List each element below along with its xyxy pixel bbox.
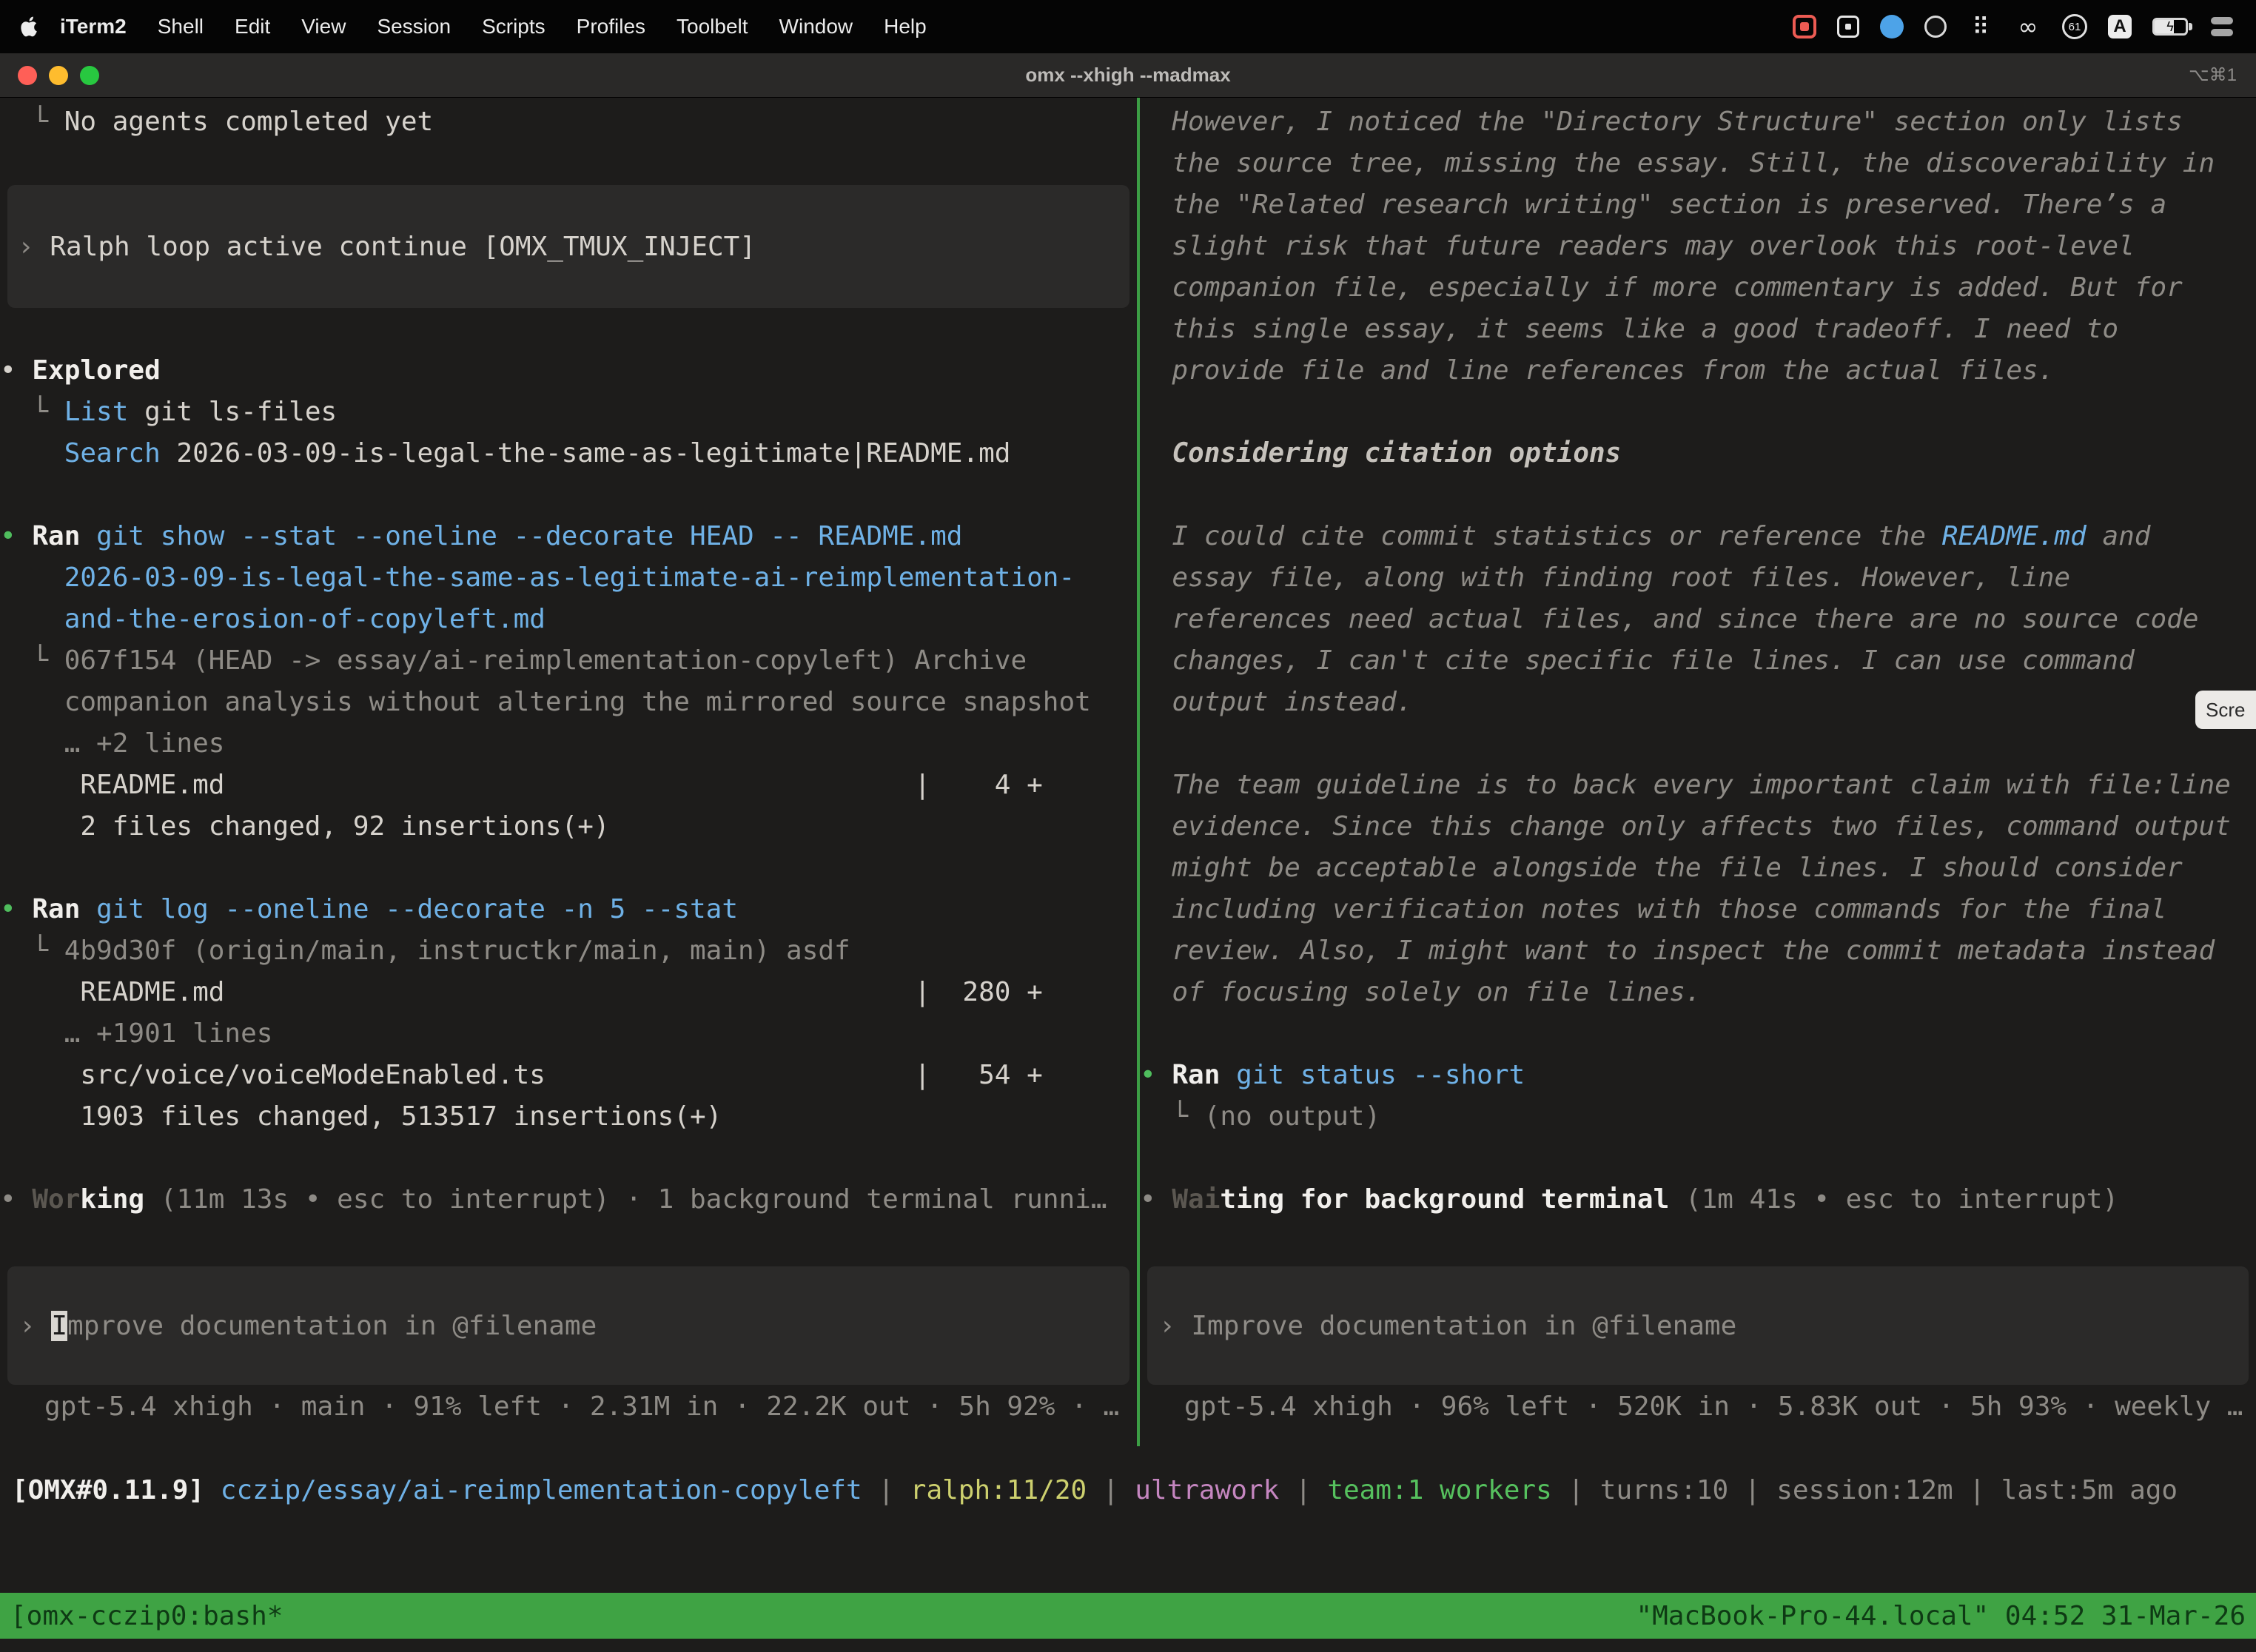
terminal-line: [1140, 392, 2256, 433]
terminal-line: output instead.: [1140, 682, 2256, 723]
terminal-line: the source tree, missing the essay. Stil…: [1140, 143, 2256, 184]
terminal-line: [1140, 474, 2256, 516]
menu-shell[interactable]: Shell: [142, 15, 219, 38]
terminal-output-left-top: └ No agents completed yet: [0, 101, 1137, 184]
window-title: omx --xhigh --madmax: [1025, 64, 1230, 87]
terminal-line: 2026-03-09-is-legal-the-same-as-legitima…: [0, 557, 1137, 599]
terminal-line: companion file, especially if more comme…: [1140, 267, 2256, 309]
terminal-line: essay file, along with finding root file…: [1140, 557, 2256, 599]
terminal-line: provide file and line references from th…: [1140, 350, 2256, 392]
terminal-line: [1140, 1013, 2256, 1055]
model-status-left: gpt-5.4 xhigh · main · 91% left · 2.31M …: [44, 1386, 1119, 1428]
terminal-line: of focusing solely on file lines.: [1140, 972, 2256, 1013]
terminal-line: the "Related research writing" section i…: [1140, 184, 2256, 226]
terminal-output-left: • Explored └ List git ls-files Search 20…: [0, 309, 1137, 1220]
close-button[interactable]: [18, 66, 37, 85]
terminal-line: [1140, 1138, 2256, 1179]
window-titlebar[interactable]: omx --xhigh --madmax ⌥⌘1: [0, 53, 2256, 98]
terminal-line: companion analysis without altering the …: [0, 682, 1137, 723]
menu-window[interactable]: Window: [764, 15, 869, 38]
explored-list: └ List git ls-files: [0, 392, 1137, 433]
terminal-line: └ (no output): [1140, 1096, 2256, 1138]
terminal-line: 2 files changed, 92 insertions(+): [0, 806, 1137, 847]
terminal-line: [0, 474, 1137, 516]
terminal-line: └ 4b9d30f (origin/main, instructkr/main,…: [0, 930, 1137, 972]
traffic-lights: [18, 53, 99, 97]
diffstat-line: src/voice/voiceModeEnabled.ts | 54 +: [0, 1055, 1137, 1096]
battery-charging-icon[interactable]: ϟ: [2152, 18, 2188, 36]
terminal-line: evidence. Since this change only affects…: [1140, 806, 2256, 847]
waiting-status: • Waiting for background terminal (1m 41…: [1140, 1179, 2256, 1220]
apple-logo[interactable]: [21, 16, 38, 37]
menubar-status-icons: ⠿ ∞ 61 Aϟ: [1793, 13, 2235, 40]
menu-edit[interactable]: Edit: [219, 15, 286, 38]
menu-iterm2[interactable]: iTerm2: [44, 15, 142, 38]
loopback-icon[interactable]: ∞: [2015, 13, 2041, 40]
tmux-statusbar: [omx-cczip0:bash* "MacBook-Pro-44.local"…: [0, 1593, 2256, 1639]
working-status: • Working (11m 13s • esc to interrupt) ·…: [0, 1179, 1137, 1220]
terminal-line: … +1901 lines: [0, 1013, 1137, 1055]
terminal-line: I could cite commit statistics or refere…: [1140, 516, 2256, 557]
zoom-button[interactable]: [80, 66, 99, 85]
model-status-right: gpt-5.4 xhigh · 96% left · 520K in · 5.8…: [1184, 1386, 2243, 1428]
terminal-line: [0, 1138, 1137, 1179]
terminal-line: review. Also, I might want to inspect th…: [1140, 930, 2256, 972]
minimize-button[interactable]: [49, 66, 68, 85]
terminal-output-right: However, I noticed the "Directory Struct…: [1140, 101, 2256, 1220]
window-manager-icon[interactable]: [1837, 16, 1859, 38]
diffstat-line: README.md | 4 +: [0, 765, 1137, 806]
explored-header: • Explored: [0, 350, 1137, 392]
terminal-pane-left: └ No agents completed yet › Ralph loop a…: [0, 98, 1137, 1220]
ran-git-show: • Ran git show --stat --oneline --decora…: [0, 516, 1137, 557]
reasoning-heading: Considering citation options: [1140, 433, 2256, 474]
terminal-window: └ No agents completed yet › Ralph loop a…: [0, 98, 2256, 1652]
blue-app-icon[interactable]: [1880, 15, 1904, 38]
prompt-input-left[interactable]: › Improve documentation in @filename: [7, 1266, 1129, 1385]
terminal-line: slight risk that future readers may over…: [1140, 226, 2256, 267]
record-circle-icon[interactable]: [1924, 16, 1947, 38]
menu-scripts[interactable]: Scripts: [466, 15, 561, 38]
menubar-menus: iTerm2ShellEditViewSessionScriptsProfile…: [44, 15, 942, 38]
terminal-line: However, I noticed the "Directory Struct…: [1140, 101, 2256, 143]
diffstat-line: README.md | 280 +: [0, 972, 1137, 1013]
terminal-line: [0, 309, 1137, 350]
terminal-line: and-the-erosion-of-copyleft.md: [0, 599, 1137, 640]
ran-git-status: • Ran git status --short: [1140, 1055, 2256, 1096]
terminal-line: [0, 847, 1137, 889]
ralph-loop-banner: › Ralph loop active continue [OMX_TMUX_I…: [7, 185, 1129, 308]
control-center-icon[interactable]: [2209, 13, 2235, 40]
screen-recording-icon[interactable]: [1793, 15, 1816, 38]
terminal-pane-right: However, I noticed the "Directory Struct…: [1140, 98, 2256, 1220]
screen-share-tab[interactable]: Scre: [2195, 691, 2256, 729]
explored-search: Search 2026-03-09-is-legal-the-same-as-l…: [0, 433, 1137, 474]
terminal-line: [1140, 723, 2256, 765]
terminal-line: might be acceptable alongside the file l…: [1140, 847, 2256, 889]
terminal-line: … +2 lines: [0, 723, 1137, 765]
tmux-host-clock: "MacBook-Pro-44.local" 04:52 31-Mar-26: [1636, 1601, 2246, 1631]
agents-status-line: └ No agents completed yet: [0, 101, 1137, 143]
terminal-line: references need actual files, and since …: [1140, 599, 2256, 640]
prompt-input-right[interactable]: › Improve documentation in @filename: [1147, 1266, 2249, 1385]
terminal-line: └ 067f154 (HEAD -> essay/ai-reimplementa…: [0, 640, 1137, 682]
window-shortcut-badge: ⌥⌘1: [2189, 64, 2237, 86]
terminal-line: The team guideline is to back every impo…: [1140, 765, 2256, 806]
macos-menubar: iTerm2ShellEditViewSessionScriptsProfile…: [0, 0, 2256, 53]
terminal-line: this single essay, it seems like a good …: [1140, 309, 2256, 350]
terminal-line: 1903 files changed, 513517 insertions(+): [0, 1096, 1137, 1138]
ran-git-log: • Ran git log --oneline --decorate -n 5 …: [0, 889, 1137, 930]
menu-session[interactable]: Session: [361, 15, 466, 38]
terminal-line: including verification notes with those …: [1140, 889, 2256, 930]
menu-help[interactable]: Help: [868, 15, 942, 38]
menu-toolbelt[interactable]: Toolbelt: [661, 15, 764, 38]
terminal-line: [0, 143, 1137, 184]
menu-view[interactable]: View: [286, 15, 361, 38]
omx-session-statusbar: [OMX#0.11.9] cczip/essay/ai-reimplementa…: [12, 1470, 2178, 1511]
dots-grid-icon[interactable]: ⠿: [1967, 13, 1994, 40]
tmux-session-window: [omx-cczip0:bash*: [10, 1601, 283, 1631]
terminal-line: changes, I can't cite specific file line…: [1140, 640, 2256, 682]
menu-profiles[interactable]: Profiles: [561, 15, 661, 38]
input-source-icon[interactable]: A: [2108, 15, 2132, 38]
battery-gauge-icon[interactable]: 61: [2062, 14, 2087, 39]
